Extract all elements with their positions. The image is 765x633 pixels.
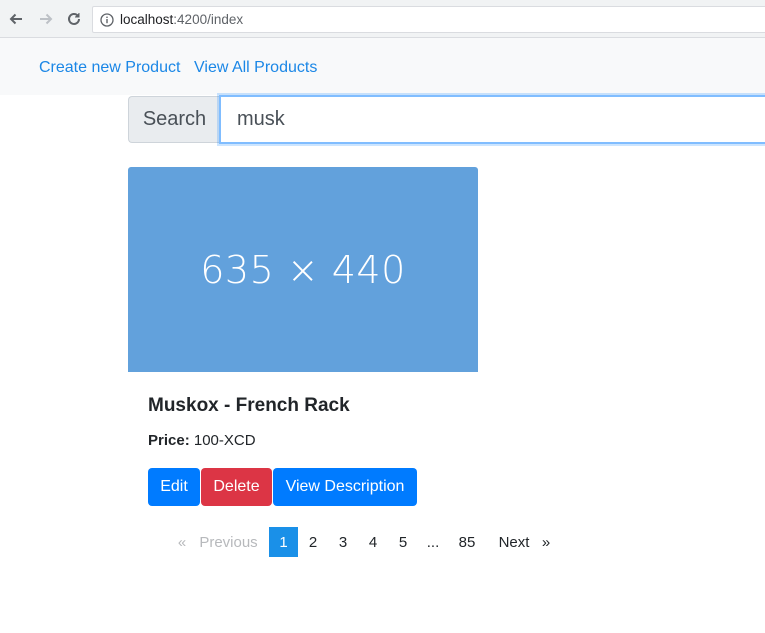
forward-icon[interactable] <box>36 9 56 29</box>
view-description-button[interactable]: View Description <box>273 468 417 506</box>
reload-icon[interactable] <box>64 9 84 29</box>
address-bar[interactable]: localhost:4200/index <box>92 6 765 33</box>
edit-button[interactable]: Edit <box>148 468 200 506</box>
price-label: Price: <box>148 432 190 449</box>
pagination-prev-arrow[interactable]: « <box>173 527 191 557</box>
url-path: :4200/index <box>173 12 244 27</box>
search-input[interactable] <box>219 95 765 144</box>
delete-button[interactable]: Delete <box>201 468 272 506</box>
pagination-page[interactable]: 3 <box>328 527 358 557</box>
price-value: 100-XCD <box>193 432 256 449</box>
create-product-link[interactable]: Create new Product <box>39 59 180 77</box>
product-price: Price: 100-XCD <box>148 432 256 449</box>
image-placeholder-text: 635 × 440 <box>200 247 406 292</box>
pagination-last-page[interactable]: 85 <box>451 527 483 557</box>
pagination-page[interactable]: 5 <box>388 527 418 557</box>
url-text: localhost:4200/index <box>120 12 243 27</box>
product-image-placeholder: 635 × 440 <box>128 167 478 372</box>
pagination-page[interactable]: 1 <box>269 527 298 557</box>
pagination-previous[interactable]: Previous <box>195 527 262 557</box>
view-all-products-link[interactable]: View All Products <box>194 59 317 77</box>
pagination-next[interactable]: Next <box>493 527 535 557</box>
app-navbar: Create new Product View All Products <box>0 38 765 95</box>
back-icon[interactable] <box>6 9 26 29</box>
product-title: Muskox - French Rack <box>148 395 350 416</box>
url-host: localhost <box>120 12 174 27</box>
pagination-next-arrow[interactable]: » <box>538 527 554 557</box>
info-icon[interactable] <box>100 13 114 27</box>
pagination-ellipsis: ... <box>426 533 440 551</box>
browser-toolbar: localhost:4200/index <box>0 0 765 38</box>
pagination-page[interactable]: 2 <box>298 527 328 557</box>
search-label: Search <box>128 96 220 143</box>
pagination-page[interactable]: 4 <box>358 527 388 557</box>
